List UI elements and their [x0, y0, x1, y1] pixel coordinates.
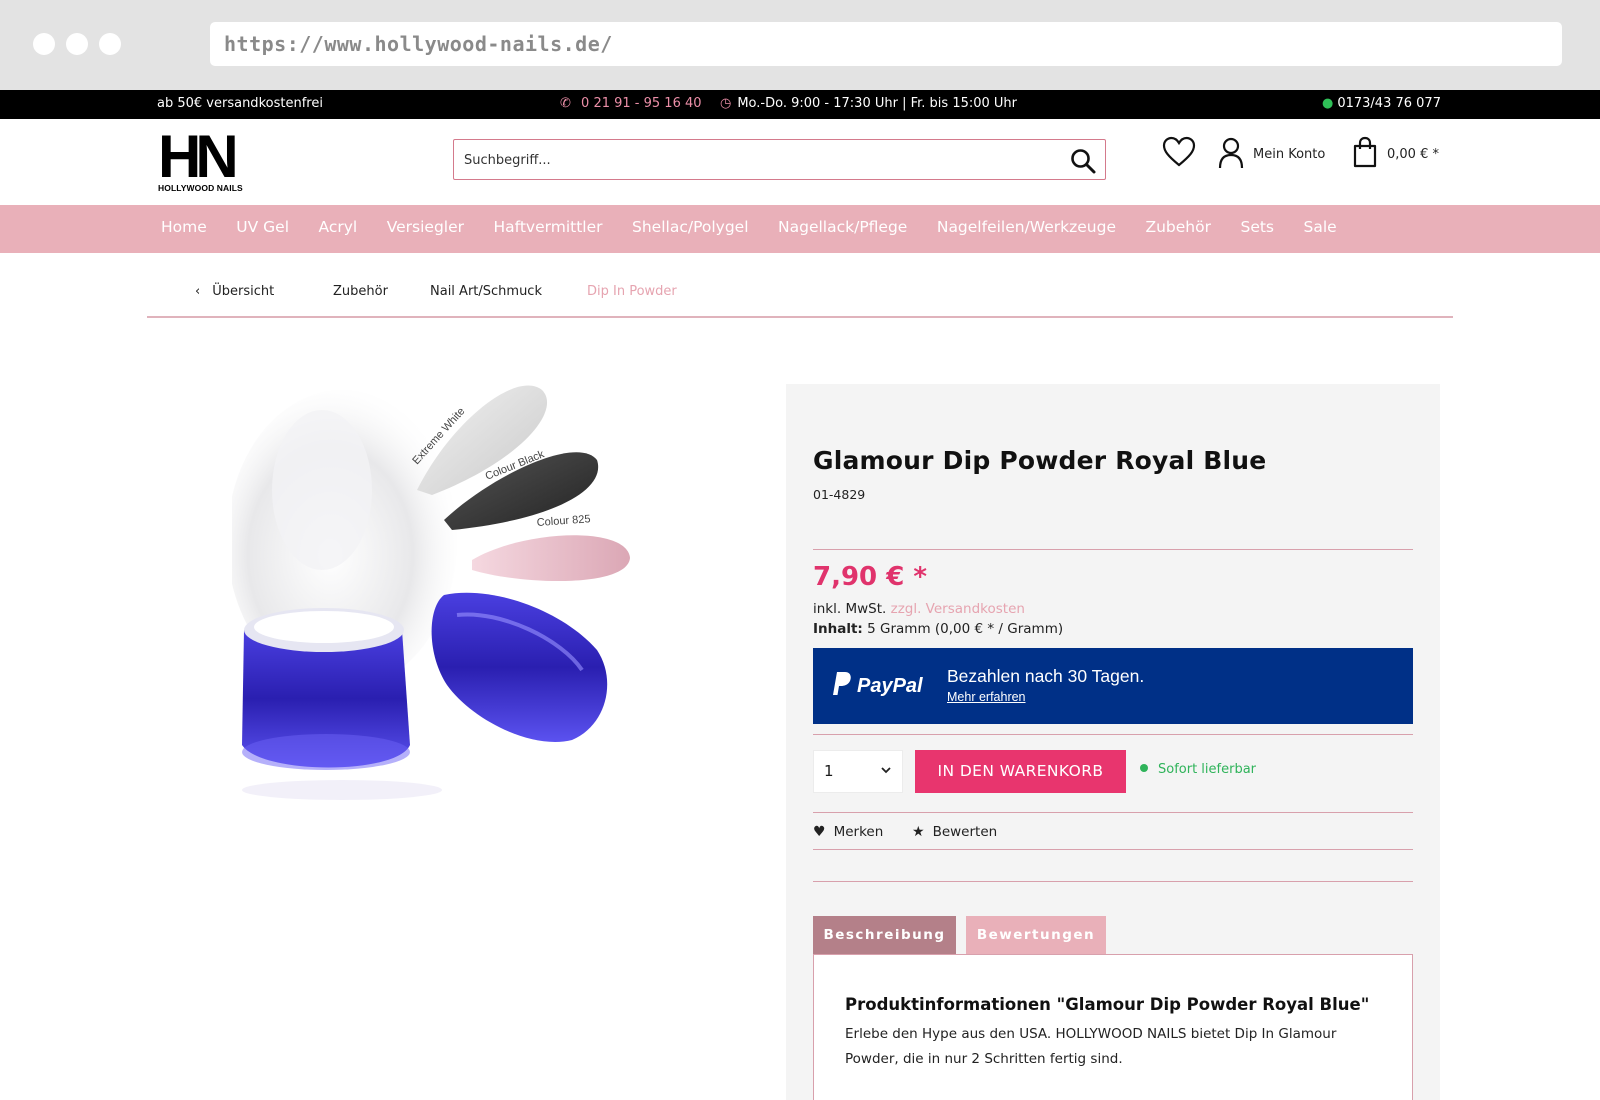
- nav-item-sets[interactable]: Sets: [1240, 218, 1274, 236]
- opening-hours: ◷ Mo.-Do. 9:00 - 17:30 Uhr | Fr. bis 15:0…: [720, 96, 1017, 111]
- tab-reviews[interactable]: Bewertungen: [966, 916, 1106, 956]
- nav-item-home[interactable]: Home: [161, 218, 207, 236]
- search-box: [453, 139, 1106, 180]
- description-panel: Produktinformationen "Glamour Dip Powder…: [813, 954, 1413, 1100]
- rate-button[interactable]: ★ Bewerten: [912, 824, 997, 840]
- browser-chrome: https://www.hollywood-nails.de/: [0, 0, 1600, 90]
- rate-label: Bewerten: [932, 824, 998, 840]
- user-icon: [1218, 137, 1244, 169]
- breadcrumb-item-zubehoer[interactable]: Zubehör: [333, 284, 388, 299]
- divider: [813, 881, 1413, 882]
- nav-item-acryl[interactable]: Acryl: [319, 218, 358, 236]
- account-button[interactable]: [1218, 137, 1244, 173]
- top-info-bar: ab 50€ versandkostenfrei ✆ 0 21 91 - 95 …: [0, 90, 1600, 119]
- breadcrumb-back[interactable]: ‹ Übersicht: [195, 284, 274, 299]
- logo-text: HOLLYWOOD NAILS: [158, 183, 243, 193]
- paypal-p-icon: [833, 672, 851, 695]
- product-price: 7,90 € *: [813, 562, 927, 592]
- chevron-left-icon: ‹: [195, 284, 201, 299]
- window-dot-minimize[interactable]: [66, 33, 88, 55]
- product-sku: 01-4829: [813, 487, 866, 502]
- whatsapp-link[interactable]: ● 0173/43 76 077: [1322, 96, 1441, 111]
- shipping-costs-link[interactable]: zzgl. Versandkosten: [891, 601, 1025, 617]
- cart-button[interactable]: [1352, 136, 1378, 172]
- nav-item-versiegler[interactable]: Versiegler: [387, 218, 464, 236]
- availability-text: Sofort lieferbar: [1158, 762, 1257, 777]
- nav-item-nagelfeilen-werkzeuge[interactable]: Nagelfeilen/Werkzeuge: [937, 218, 1116, 236]
- clock-icon: ◷: [720, 96, 732, 111]
- whatsapp-icon: ●: [1322, 96, 1334, 111]
- hours-text: Mo.-Do. 9:00 - 17:30 Uhr | Fr. bis 15:00…: [737, 96, 1018, 111]
- phone-icon: ✆: [560, 96, 571, 111]
- shopping-bag-icon: [1353, 136, 1377, 168]
- nav-item-sale[interactable]: Sale: [1304, 218, 1337, 236]
- free-shipping-note: ab 50€ versandkostenfrei: [157, 96, 323, 111]
- url-text: https://www.hollywood-nails.de/: [224, 32, 613, 56]
- breadcrumb: ‹ Übersicht Zubehör Nail Art/Schmuck Dip …: [147, 282, 1453, 318]
- heart-filled-icon: ♥: [813, 824, 826, 840]
- shop-logo[interactable]: HN HOLLYWOOD NAILS: [158, 123, 258, 195]
- phone-link[interactable]: ✆ 0 21 91 - 95 16 40: [560, 96, 702, 111]
- tab-description[interactable]: Beschreibung: [813, 916, 956, 956]
- description-text: Erlebe den Hype aus den USA. HOLLYWOOD N…: [845, 1026, 1337, 1067]
- content-value: 5 Gramm (0,00 € * / Gramm): [867, 621, 1064, 637]
- breadcrumb-item-dip-in-powder[interactable]: Dip In Powder: [587, 284, 677, 299]
- paypal-banner[interactable]: PayPal Bezahlen nach 30 Tagen. Mehr erfa…: [813, 648, 1413, 724]
- paypal-learn-more-link[interactable]: Mehr erfahren: [947, 690, 1026, 704]
- search-input[interactable]: [464, 149, 1044, 171]
- add-to-cart-button[interactable]: IN DEN WARENKORB: [915, 750, 1126, 793]
- buy-box: Glamour Dip Powder Royal Blue 01-4829 7,…: [786, 384, 1440, 1100]
- address-bar[interactable]: https://www.hollywood-nails.de/: [210, 22, 1562, 66]
- tax-info: inkl. MwSt. zzgl. Versandkosten: [813, 601, 1025, 617]
- chevron-down-icon: [881, 767, 891, 774]
- divider: [813, 849, 1413, 850]
- tax-prefix: inkl. MwSt.: [813, 601, 887, 617]
- divider: [813, 549, 1413, 550]
- description-heading: Produktinformationen "Glamour Dip Powder…: [845, 995, 1370, 1014]
- content-label: Inhalt:: [813, 621, 863, 637]
- nav-item-uv-gel[interactable]: UV Gel: [236, 218, 289, 236]
- availability-dot-icon: [1140, 764, 1148, 772]
- paypal-logo-text: PayPal: [857, 675, 923, 697]
- window-dot-close[interactable]: [33, 33, 55, 55]
- content-info: Inhalt: 5 Gramm (0,00 € * / Gramm): [813, 621, 1063, 637]
- product-title: Glamour Dip Powder Royal Blue: [813, 446, 1267, 475]
- main-navigation: Home UV Gel Acryl Versiegler Haftvermitt…: [0, 205, 1600, 253]
- nav-item-zubehoer[interactable]: Zubehör: [1145, 218, 1211, 236]
- label-colour-825: Colour 825: [536, 513, 591, 529]
- nav-item-haftvermittler[interactable]: Haftvermittler: [494, 218, 603, 236]
- phone-number: 0 21 91 - 95 16 40: [581, 96, 702, 111]
- breadcrumb-back-label: Übersicht: [212, 284, 275, 299]
- quantity-select[interactable]: 1: [813, 750, 903, 793]
- whatsapp-number: 0173/43 76 077: [1337, 96, 1441, 111]
- paypal-headline: Bezahlen nach 30 Tagen.: [947, 666, 1145, 686]
- star-icon: ★: [912, 824, 925, 840]
- divider: [813, 734, 1413, 735]
- quantity-value: 1: [824, 762, 834, 780]
- availability-status: Sofort lieferbar: [1140, 762, 1256, 777]
- wishlist-button[interactable]: [1162, 136, 1196, 172]
- window-dot-maximize[interactable]: [99, 33, 121, 55]
- divider: [813, 812, 1413, 813]
- product-image[interactable]: Extreme White Colour Black Colour 825: [227, 380, 642, 830]
- breadcrumb-item-nail-art[interactable]: Nail Art/Schmuck: [430, 284, 542, 299]
- remember-button[interactable]: ♥ Merken: [813, 824, 883, 840]
- nav-item-nagellack-pflege[interactable]: Nagellack/Pflege: [778, 218, 907, 236]
- product-photo: Extreme White Colour Black Colour 825: [227, 385, 630, 800]
- remember-label: Merken: [833, 824, 884, 840]
- account-label[interactable]: Mein Konto: [1253, 147, 1325, 162]
- search-icon: [1071, 149, 1096, 174]
- search-button[interactable]: [1069, 147, 1097, 175]
- paypal-logo: PayPal: [833, 672, 923, 698]
- logo-mark: HN: [158, 123, 239, 190]
- heart-icon: [1162, 136, 1196, 167]
- cart-total[interactable]: 0,00 € *: [1387, 147, 1439, 162]
- nav-item-shellac-polygel[interactable]: Shellac/Polygel: [632, 218, 749, 236]
